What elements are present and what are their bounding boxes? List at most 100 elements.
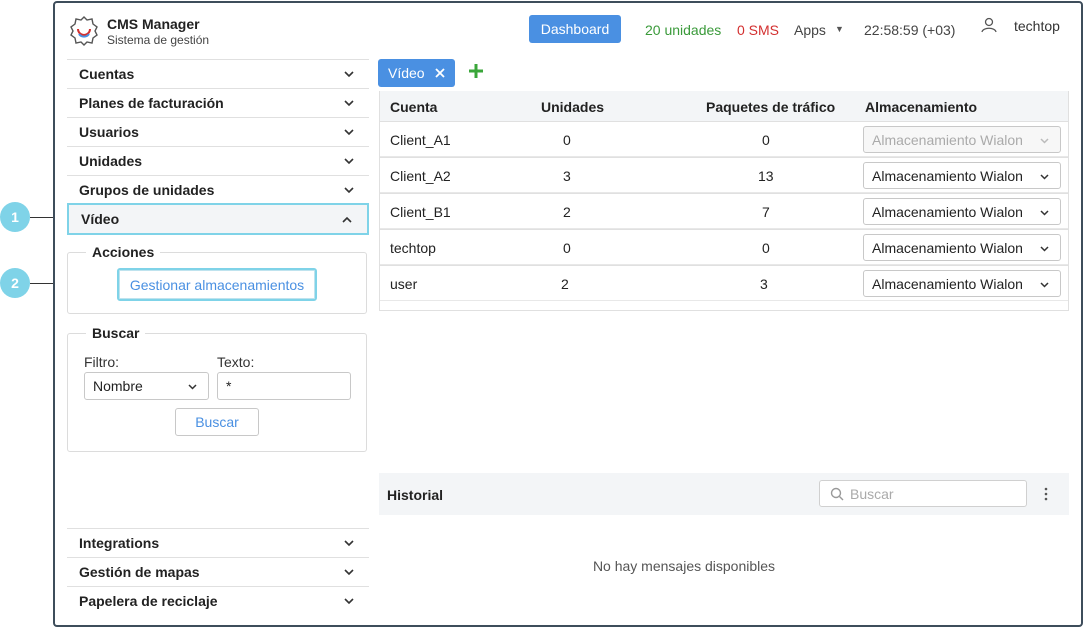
search-icon [830, 487, 844, 501]
sidebar-item-usuarios[interactable]: Usuarios [67, 117, 369, 146]
chevron-down-icon [344, 100, 354, 107]
chevron-down-icon [1040, 137, 1049, 144]
app-window: CMS Manager Sistema de gestión Dashboard… [53, 1, 1083, 627]
history-search-input[interactable]: Buscar [819, 480, 1027, 507]
chevron-down-icon [344, 129, 354, 136]
history-search-placeholder: Buscar [850, 486, 894, 502]
app-subtitle: Sistema de gestión [107, 33, 210, 47]
cms-logo-icon [70, 16, 98, 46]
chevron-down-icon [1040, 209, 1049, 216]
sidebar-item-label: Grupos de unidades [79, 182, 215, 198]
history-title: Historial [387, 487, 444, 503]
storage-select[interactable]: Almacenamiento Wialon [863, 198, 1061, 225]
tab-label: Vídeo [388, 65, 425, 81]
column-header: Almacenamiento [865, 99, 978, 115]
text-label: Texto: [217, 354, 255, 370]
chevron-down-icon [1040, 173, 1049, 180]
table-row[interactable]: user 2 3 Almacenamiento Wialon [380, 265, 1068, 301]
accounts-table: Cuenta Unidades Paquetes de tráfico Alma… [379, 91, 1069, 311]
storage-select[interactable]: Almacenamiento Wialon [863, 162, 1061, 189]
table-row[interactable]: techtop 0 0 Almacenamiento Wialon [380, 229, 1068, 265]
more-options-icon[interactable] [1043, 487, 1049, 501]
sidebar-item-label: Gestión de mapas [79, 564, 200, 580]
sidebar-item-video[interactable]: Vídeo [67, 203, 369, 235]
chevron-down-icon [344, 598, 354, 605]
search-button[interactable]: Buscar [175, 408, 259, 436]
sidebar-item-planes[interactable]: Planes de facturación [67, 88, 369, 117]
column-header: Cuenta [390, 99, 438, 115]
table-row[interactable]: Client_A2 3 13 Almacenamiento Wialon [380, 157, 1068, 193]
manage-storage-button[interactable]: Gestionar almacenamientos [117, 268, 317, 301]
storage-select[interactable]: Almacenamiento Wialon [863, 234, 1061, 261]
account-cell: user [390, 276, 418, 292]
sidebar-item-papelera[interactable]: Papelera de reciclaje [67, 586, 369, 615]
sidebar-item-label: Papelera de reciclaje [79, 593, 218, 609]
account-cell: Client_A2 [390, 168, 451, 184]
traffic-cell: 13 [758, 168, 774, 184]
chevron-down-icon [344, 187, 354, 194]
chevron-down-icon [1040, 281, 1049, 288]
column-header: Paquetes de tráfico [706, 99, 836, 115]
traffic-cell: 0 [762, 240, 770, 256]
user-icon[interactable] [980, 16, 998, 34]
sidebar-item-integrations[interactable]: Integrations [67, 528, 369, 557]
traffic-cell: 0 [762, 132, 770, 148]
app-title: CMS Manager [107, 16, 200, 32]
sms-counter[interactable]: 0 SMS [737, 22, 779, 38]
sidebar-item-mapas[interactable]: Gestión de mapas [67, 557, 369, 586]
callout-badge-1: 1 [0, 202, 30, 232]
units-cell: 0 [563, 240, 571, 256]
sidebar-item-label: Planes de facturación [79, 95, 224, 111]
close-icon[interactable] [434, 68, 445, 78]
chevron-down-icon [344, 569, 354, 576]
filter-select[interactable]: Nombre [84, 372, 209, 400]
account-cell: techtop [390, 240, 436, 256]
chevron-down-icon [344, 158, 354, 165]
units-cell: 2 [563, 204, 571, 220]
sidebar-item-label: Unidades [79, 153, 143, 169]
column-header: Unidades [541, 99, 605, 115]
dashboard-button[interactable]: Dashboard [529, 15, 621, 43]
actions-panel: Acciones Gestionar almacenamientos [67, 244, 367, 314]
search-panel: Buscar Filtro: Texto: Nombre * Buscar [67, 325, 367, 452]
sidebar-item-label: Integrations [79, 535, 160, 551]
history-bar: Historial Buscar [379, 473, 1069, 515]
chevron-down-icon [188, 384, 197, 390]
username[interactable]: techtop [1014, 18, 1060, 34]
traffic-cell: 7 [762, 204, 770, 220]
table-row[interactable]: Client_B1 2 7 Almacenamiento Wialon [380, 193, 1068, 229]
table-row[interactable]: Client_A1 0 0 Almacenamiento Wialon [380, 121, 1068, 157]
header: CMS Manager Sistema de gestión Dashboard… [55, 3, 1081, 57]
sidebar-item-unidades[interactable]: Unidades [67, 146, 369, 175]
plus-icon[interactable] [466, 61, 486, 81]
table-header: Cuenta Unidades Paquetes de tráfico Alma… [380, 91, 1068, 121]
sidebar-item-cuentas[interactable]: Cuentas [67, 59, 369, 88]
chevron-down-icon [1040, 245, 1049, 252]
apps-menu[interactable]: Apps [794, 22, 826, 38]
search-text-input[interactable]: * [217, 372, 351, 400]
callout-badge-2: 2 [0, 268, 30, 298]
units-cell: 3 [563, 168, 571, 184]
traffic-cell: 3 [760, 276, 768, 292]
account-cell: Client_A1 [390, 132, 451, 148]
chevron-down-icon [344, 540, 354, 547]
history-empty-message: No hay mensajes disponibles [592, 558, 776, 574]
filter-label: Filtro: [84, 354, 119, 370]
sidebar-item-label: Cuentas [79, 66, 135, 82]
storage-select: Almacenamiento Wialon [863, 126, 1061, 153]
clock: 22:58:59 (+03) [864, 22, 956, 38]
search-legend: Buscar [86, 325, 146, 341]
units-cell: 0 [563, 132, 571, 148]
chevron-down-icon [344, 71, 354, 78]
apps-caret-icon[interactable]: ▼ [835, 24, 844, 34]
sidebar-item-grupos[interactable]: Grupos de unidades [67, 175, 369, 204]
actions-legend: Acciones [86, 244, 161, 260]
sidebar-item-label: Usuarios [79, 124, 139, 140]
account-cell: Client_B1 [390, 204, 451, 220]
sidebar-item-label: Vídeo [81, 211, 120, 227]
storage-select[interactable]: Almacenamiento Wialon [863, 270, 1061, 297]
units-cell: 2 [561, 276, 569, 292]
chevron-up-icon [342, 216, 352, 223]
tab-video[interactable]: Vídeo [378, 59, 455, 87]
units-counter[interactable]: 20 unidades [645, 22, 721, 38]
